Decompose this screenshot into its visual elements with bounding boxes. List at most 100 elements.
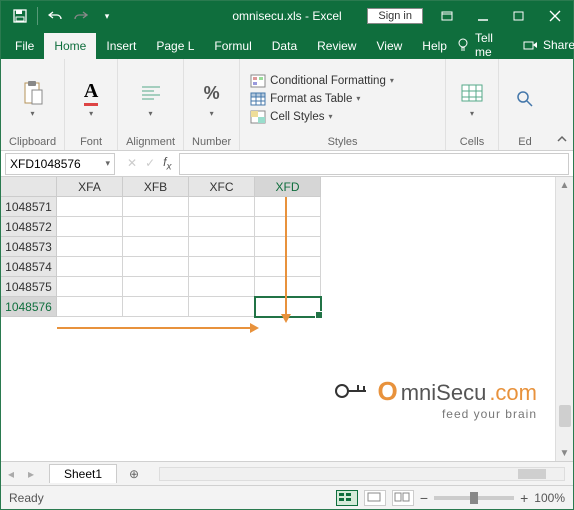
save-button[interactable]	[9, 5, 31, 27]
alignment-icon	[137, 79, 165, 107]
cell[interactable]	[57, 257, 123, 277]
cell[interactable]	[189, 297, 255, 317]
tab-home[interactable]: Home	[44, 33, 96, 59]
row-header[interactable]: 1048572	[1, 217, 57, 237]
clipboard-icon	[19, 79, 47, 107]
alignment-button[interactable]: ▾	[133, 77, 169, 120]
view-page-break-button[interactable]	[392, 490, 414, 506]
key-icon	[334, 382, 368, 400]
cell[interactable]	[189, 257, 255, 277]
cell[interactable]	[189, 217, 255, 237]
tab-insert[interactable]: Insert	[96, 33, 146, 59]
cell[interactable]	[123, 277, 189, 297]
cancel-formula-button[interactable]: ✕	[127, 156, 137, 170]
cell[interactable]	[255, 217, 321, 237]
view-page-layout-button[interactable]	[364, 490, 386, 506]
cell[interactable]	[57, 217, 123, 237]
cell[interactable]	[57, 277, 123, 297]
enter-formula-button[interactable]: ✓	[145, 156, 155, 170]
col-header-xfb[interactable]: XFB	[123, 177, 189, 197]
maximize-button[interactable]	[501, 1, 537, 31]
cell[interactable]	[57, 237, 123, 257]
vertical-scrollbar[interactable]: ▲ ▼	[555, 177, 573, 461]
tab-review[interactable]: Review	[307, 33, 366, 59]
name-box-input[interactable]	[10, 157, 92, 171]
collapse-ribbon-button[interactable]	[551, 59, 573, 150]
group-label-clipboard: Clipboard	[9, 134, 56, 148]
cell[interactable]	[123, 197, 189, 217]
cell[interactable]	[123, 217, 189, 237]
horizontal-scrollbar[interactable]	[159, 467, 565, 481]
annotation-arrow-horizontal	[57, 327, 251, 329]
cell[interactable]	[123, 257, 189, 277]
zoom-out-button[interactable]: −	[420, 490, 428, 506]
col-header-xfd[interactable]: XFD	[255, 177, 321, 197]
tab-file[interactable]: File	[5, 33, 44, 59]
zoom-level[interactable]: 100%	[534, 491, 565, 505]
number-button[interactable]: % ▾	[194, 77, 230, 120]
tab-page-layout[interactable]: Page L	[146, 33, 204, 59]
group-label-font: Font	[80, 134, 102, 148]
scroll-up-arrow[interactable]: ▲	[560, 177, 570, 193]
row-header[interactable]: 1048575	[1, 277, 57, 297]
row-header[interactable]: 1048571	[1, 197, 57, 217]
select-all-corner[interactable]	[1, 177, 57, 197]
fx-button[interactable]: fx	[163, 155, 171, 172]
cells-button[interactable]: ▾	[454, 77, 490, 120]
cell[interactable]	[189, 277, 255, 297]
cell[interactable]	[255, 257, 321, 277]
minimize-button[interactable]	[465, 1, 501, 31]
name-box[interactable]: ▾	[5, 153, 115, 175]
row-header[interactable]: 1048574	[1, 257, 57, 277]
sign-in-button[interactable]: Sign in	[367, 8, 423, 24]
sheet-tab-active[interactable]: Sheet1	[49, 464, 117, 483]
view-normal-button[interactable]	[336, 490, 358, 506]
cell-styles-icon	[250, 110, 266, 124]
worksheet-grid[interactable]: XFA XFB XFC XFD 1048571 1048572 1048573 …	[1, 177, 573, 461]
cell[interactable]	[57, 297, 123, 317]
scroll-down-arrow[interactable]: ▼	[560, 445, 570, 461]
scroll-thumb[interactable]	[559, 405, 571, 427]
tell-me-text[interactable]: Tell me	[475, 31, 502, 59]
cell[interactable]	[57, 197, 123, 217]
conditional-formatting-button[interactable]: Conditional Formatting ▾	[248, 73, 396, 89]
row-header[interactable]: 1048573	[1, 237, 57, 257]
close-button[interactable]	[537, 1, 573, 31]
cell-styles-button[interactable]: Cell Styles ▾	[248, 109, 396, 125]
group-label-styles: Styles	[248, 134, 437, 148]
tab-help[interactable]: Help	[412, 33, 457, 59]
cell[interactable]	[255, 197, 321, 217]
zoom-slider[interactable]	[434, 496, 514, 500]
new-sheet-button[interactable]: ⊕	[123, 465, 145, 483]
share-button[interactable]: Share	[543, 38, 574, 52]
sheet-nav-prev[interactable]: ◂	[1, 467, 21, 481]
ribbon-options-button[interactable]	[429, 1, 465, 31]
tab-formulas[interactable]: Formul	[204, 33, 261, 59]
cell[interactable]	[189, 237, 255, 257]
name-box-dropdown[interactable]: ▾	[105, 158, 110, 169]
group-cells: ▾ Cells	[446, 59, 499, 150]
zoom-in-button[interactable]: +	[520, 490, 528, 506]
row-header[interactable]: 1048576	[1, 297, 57, 317]
font-button[interactable]: A ▾	[73, 77, 109, 120]
cell[interactable]	[189, 197, 255, 217]
formula-input[interactable]	[179, 153, 569, 175]
cell[interactable]	[123, 237, 189, 257]
cell[interactable]	[255, 277, 321, 297]
col-header-xfa[interactable]: XFA	[57, 177, 123, 197]
cell[interactable]	[123, 297, 189, 317]
title-bar: ▾ omnisecu.xls - Excel Sign in	[1, 1, 573, 31]
editing-button[interactable]	[507, 83, 543, 115]
tab-data[interactable]: Data	[262, 33, 307, 59]
undo-button[interactable]	[44, 5, 66, 27]
paste-button[interactable]: ▾	[15, 77, 51, 120]
redo-button[interactable]	[70, 5, 92, 27]
tab-view[interactable]: View	[366, 33, 412, 59]
qat-customize-button[interactable]: ▾	[96, 5, 118, 27]
col-header-xfc[interactable]: XFC	[189, 177, 255, 197]
annotation-arrow-vertical	[285, 197, 287, 315]
format-as-table-button[interactable]: Format as Table ▾	[248, 91, 396, 107]
hscroll-thumb[interactable]	[518, 469, 546, 479]
cell[interactable]	[255, 237, 321, 257]
sheet-nav-next[interactable]: ▸	[21, 467, 41, 481]
